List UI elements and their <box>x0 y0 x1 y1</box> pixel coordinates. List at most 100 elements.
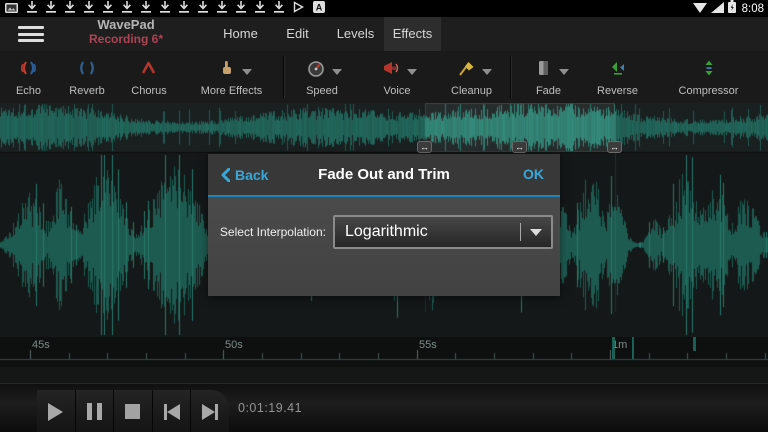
toolbar-item-label: Reverse <box>597 85 638 97</box>
download-icons-group <box>27 0 284 18</box>
download-icon <box>236 0 246 18</box>
toolbar-item-compressor[interactable]: Compressor <box>649 51 768 103</box>
transport-bar: 0:01:19.41 <box>0 383 768 432</box>
download-icon <box>27 0 37 18</box>
download-icon <box>46 0 56 18</box>
dropdown-separator <box>520 223 521 241</box>
reverb-icon <box>57 57 117 79</box>
timeline-ruler[interactable]: 45s 50s 55s 1m <box>0 337 768 383</box>
selection-handle[interactable]: ↔ <box>512 141 527 153</box>
speed-icon <box>272 57 360 79</box>
toolbar-separator <box>283 56 284 98</box>
dropdown-arrow-icon <box>530 229 542 236</box>
toolbar-item-label: Speed <box>306 85 338 97</box>
previous-button[interactable] <box>153 390 192 432</box>
download-icon <box>217 0 227 18</box>
pause-icon <box>86 403 92 420</box>
document-title: Recording 6* <box>88 31 163 46</box>
download-icon <box>255 0 265 18</box>
toolbar-item-more-effects[interactable]: More Effects <box>181 51 282 103</box>
tab-edit[interactable]: Edit <box>269 17 326 51</box>
transport-buttons <box>37 390 229 432</box>
selection-handle[interactable]: ↔ <box>607 141 622 153</box>
playback-time: 0:01:19.41 <box>238 401 303 415</box>
effects-toolbar: Echo Reverb Chorus More Effects Speed Voice Cl… <box>0 51 768 103</box>
download-icon <box>274 0 284 18</box>
download-icon <box>65 0 75 18</box>
download-icon <box>179 0 189 18</box>
ruler-ticks-canvas <box>0 337 768 383</box>
menu-icon[interactable] <box>18 26 44 42</box>
toolbar-separator <box>510 56 511 98</box>
fade-icon <box>499 57 586 79</box>
wavepad-app: A 8:08 WavePad Recording 6* Home Edit Leve… <box>0 0 768 432</box>
dialog-title: Fade Out and Trim <box>318 166 450 183</box>
download-icon <box>198 0 208 18</box>
selection-handle[interactable]: ↔ <box>417 141 432 153</box>
app-header: WavePad Recording 6* Home Edit Levels Effec… <box>0 17 768 51</box>
compressor-icon <box>649 57 768 79</box>
fade-out-trim-dialog: Back Fade Out and Trim OK Select Interpo… <box>208 154 560 296</box>
toolbar-item-cleanup[interactable]: Cleanup <box>434 51 509 103</box>
chevron-down-icon <box>407 69 417 75</box>
previous-icon <box>166 403 180 420</box>
waveform-spike <box>632 337 634 359</box>
tab-effects[interactable]: Effects <box>384 17 441 51</box>
toolbar-item-label: Reverb <box>69 85 105 97</box>
toolbar-item-label: Chorus <box>131 85 167 97</box>
stop-button[interactable] <box>114 390 153 432</box>
toolbar-item-label: More Effects <box>200 85 263 97</box>
pause-button[interactable] <box>76 390 115 432</box>
toolbar-item-label: Echo <box>15 85 42 97</box>
screenshot-icon <box>5 0 18 18</box>
waveform-spike <box>612 337 615 359</box>
clock-text: 8:08 <box>741 2 764 15</box>
next-button[interactable] <box>191 390 229 432</box>
play-button[interactable] <box>37 390 76 432</box>
toolbar-item-label: Fade <box>535 85 562 97</box>
tab-home[interactable]: Home <box>212 17 269 51</box>
download-icon <box>122 0 132 18</box>
timeline-tick-label: 45s <box>32 339 50 351</box>
download-icon <box>141 0 151 18</box>
next-icon <box>202 403 216 420</box>
toolbar-item-reverb[interactable]: Reverb <box>57 51 117 103</box>
download-icon <box>160 0 170 18</box>
play-outline-icon <box>293 0 304 18</box>
wifi-icon <box>692 0 707 18</box>
echo-icon <box>0 57 57 79</box>
timeline-tick-label: 50s <box>225 339 243 351</box>
chevron-down-icon <box>558 69 569 75</box>
play-icon <box>48 402 64 421</box>
svg-text:A: A <box>316 2 323 12</box>
interpolation-dropdown[interactable]: Logarithmic <box>333 215 553 249</box>
cellular-signal-icon <box>710 0 724 18</box>
toolbar-item-label: Cleanup <box>451 85 492 97</box>
ok-button[interactable]: OK <box>523 154 544 195</box>
reverse-icon <box>586 57 649 79</box>
download-icon <box>103 0 113 18</box>
stop-icon <box>125 404 141 419</box>
toolbar-item-label: Voice <box>383 85 411 97</box>
letter-a-badge-icon: A <box>313 0 325 18</box>
waveform-spike <box>693 337 696 351</box>
toolbar-item-echo[interactable]: Echo <box>0 51 57 103</box>
battery-charging-icon <box>727 0 736 18</box>
dropdown-selected-value: Logarithmic <box>345 223 428 240</box>
download-icon <box>84 0 94 18</box>
title-block: WavePad Recording 6* <box>60 17 192 47</box>
chevron-down-icon <box>332 69 342 75</box>
interpolation-field-label: Select Interpolation: <box>219 225 326 239</box>
chevron-down-icon <box>241 69 252 75</box>
toolbar-item-fade[interactable]: Fade <box>511 51 586 103</box>
timeline-tick-label: 55s <box>419 339 437 351</box>
tab-levels[interactable]: Levels <box>327 17 384 51</box>
status-bar: A 8:08 <box>0 0 768 17</box>
more-effects-icon <box>169 57 282 79</box>
status-bar-right: 8:08 <box>692 0 764 18</box>
toolbar-item-label: Compressor <box>678 85 739 97</box>
app-title: WavePad <box>97 17 155 32</box>
toolbar-item-reverse[interactable]: Reverse <box>586 51 649 103</box>
chevron-down-icon <box>481 69 492 75</box>
status-bar-left-icons: A <box>5 0 325 18</box>
